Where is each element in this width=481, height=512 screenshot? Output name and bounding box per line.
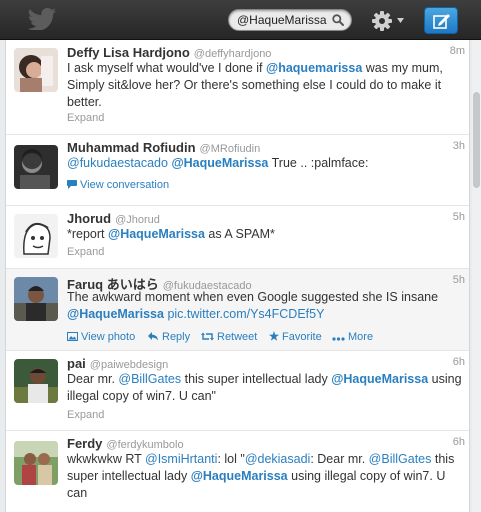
tweet-text: The awkward moment when even Google sugg…: [67, 290, 439, 321]
author-handle[interactable]: @Jhorud: [115, 214, 160, 226]
tweet-item[interactable]: Muhammad Rofiudin @MRofiudin 3h @fukudaes…: [6, 135, 469, 206]
search-input[interactable]: [229, 10, 333, 30]
photo-icon: [67, 332, 78, 341]
tweet-item[interactable]: pai @paiwebdesign 6h Dear mr. @BillGates …: [6, 351, 469, 431]
compose-tweet-button[interactable]: [424, 7, 458, 34]
avatar[interactable]: [14, 145, 58, 189]
mention-link[interactable]: @HaqueMarissa: [108, 227, 205, 241]
expand-link[interactable]: Expand: [67, 246, 104, 258]
top-bar: [0, 0, 481, 40]
mention-link[interactable]: @dekiasadi: [245, 452, 311, 466]
mention-link[interactable]: @HaqueMarissa: [171, 156, 268, 170]
search-icon[interactable]: [332, 14, 344, 26]
avatar[interactable]: [14, 441, 58, 485]
mention-link[interactable]: @BillGates: [118, 372, 181, 386]
tweet-text: wkwkwkw RT @IsmiHrtanti: lol "@dekiasadi…: [67, 452, 455, 500]
tweet-text: Dear mr. @BillGates this super intellect…: [67, 372, 462, 403]
author-handle[interactable]: @deffyhardjono: [194, 48, 272, 60]
more-button[interactable]: More: [332, 331, 373, 343]
avatar[interactable]: [14, 277, 58, 321]
star-icon: [269, 331, 279, 341]
tweet-timestamp[interactable]: 5h: [453, 274, 465, 286]
mention-link[interactable]: @HaqueMarissa: [331, 372, 428, 386]
mention-link[interactable]: @haquemarissa: [266, 61, 362, 75]
avatar[interactable]: [14, 48, 58, 92]
tweet-text: I ask myself what would've I done if @ha…: [67, 61, 443, 109]
mention-link[interactable]: @HaqueMarissa: [67, 307, 164, 321]
avatar[interactable]: [14, 359, 58, 403]
scrollbar[interactable]: [472, 40, 481, 512]
view-photo-link[interactable]: View photo: [67, 331, 135, 343]
tweet-timestamp[interactable]: 6h: [453, 436, 465, 448]
author-handle[interactable]: @paiwebdesign: [90, 359, 168, 371]
expand-link[interactable]: Expand: [67, 409, 104, 421]
gear-icon[interactable]: [371, 10, 393, 32]
view-conversation-link[interactable]: View conversation: [67, 179, 169, 191]
author-handle[interactable]: @ferdykumbolo: [106, 439, 183, 451]
twitter-bird-icon[interactable]: [27, 8, 57, 30]
author-name[interactable]: Muhammad Rofiudin @MRofiudin: [67, 140, 260, 155]
mention-link[interactable]: @BillGates: [369, 452, 432, 466]
author-name[interactable]: Ferdy @ferdykumbolo: [67, 436, 184, 451]
author-name[interactable]: Jhorud @Jhorud: [67, 211, 160, 226]
tweet-timestamp[interactable]: 8m: [450, 45, 465, 57]
retweet-icon: [201, 332, 214, 341]
avatar[interactable]: [14, 214, 58, 258]
photo-link[interactable]: pic.twitter.com/Ys4FCDEf5Y: [167, 307, 324, 321]
mention-link[interactable]: @HaqueMarissa: [191, 469, 288, 483]
tweet-text: @fukudaestacado @HaqueMarissa True .. :p…: [67, 156, 369, 170]
favorite-button[interactable]: Favorite: [269, 331, 322, 343]
tweet-timestamp[interactable]: 3h: [453, 140, 465, 152]
compose-icon: [433, 14, 450, 29]
scrollbar-thumb[interactable]: [473, 92, 480, 188]
tweet-item[interactable]: Jhorud @Jhorud 5h *report @HaqueMarissa a…: [6, 206, 469, 269]
search-box[interactable]: [228, 9, 352, 31]
mention-link[interactable]: @IsmiHrtanti: [145, 452, 217, 466]
author-name[interactable]: pai @paiwebdesign: [67, 356, 168, 371]
tweet-text: *report @HaqueMarissa as A SPAM*: [67, 227, 275, 241]
more-dots-icon: [332, 337, 345, 341]
tweet-item[interactable]: Deffy Lisa Hardjono @deffyhardjono 8m I a…: [6, 40, 469, 135]
retweet-button[interactable]: Retweet: [201, 331, 257, 343]
author-name[interactable]: Deffy Lisa Hardjono @deffyhardjono: [67, 45, 271, 60]
tweet-item[interactable]: Ferdy @ferdykumbolo 6h wkwkwkw RT @IsmiHr…: [6, 431, 469, 512]
tweet-stream: Deffy Lisa Hardjono @deffyhardjono 8m I a…: [5, 40, 470, 512]
author-handle[interactable]: @MRofiudin: [200, 143, 261, 155]
tweet-item[interactable]: Faruq あいはら @fukudaestacado 5h The awkward…: [6, 269, 469, 351]
expand-link[interactable]: Expand: [67, 112, 104, 124]
reply-icon: [148, 332, 158, 341]
reply-button[interactable]: Reply: [148, 331, 190, 343]
mention-link[interactable]: @fukudaestacado: [67, 156, 168, 170]
speech-bubble-icon: [67, 180, 77, 189]
tweet-timestamp[interactable]: 5h: [453, 211, 465, 223]
chevron-down-icon[interactable]: [397, 18, 404, 23]
tweet-timestamp[interactable]: 6h: [453, 356, 465, 368]
